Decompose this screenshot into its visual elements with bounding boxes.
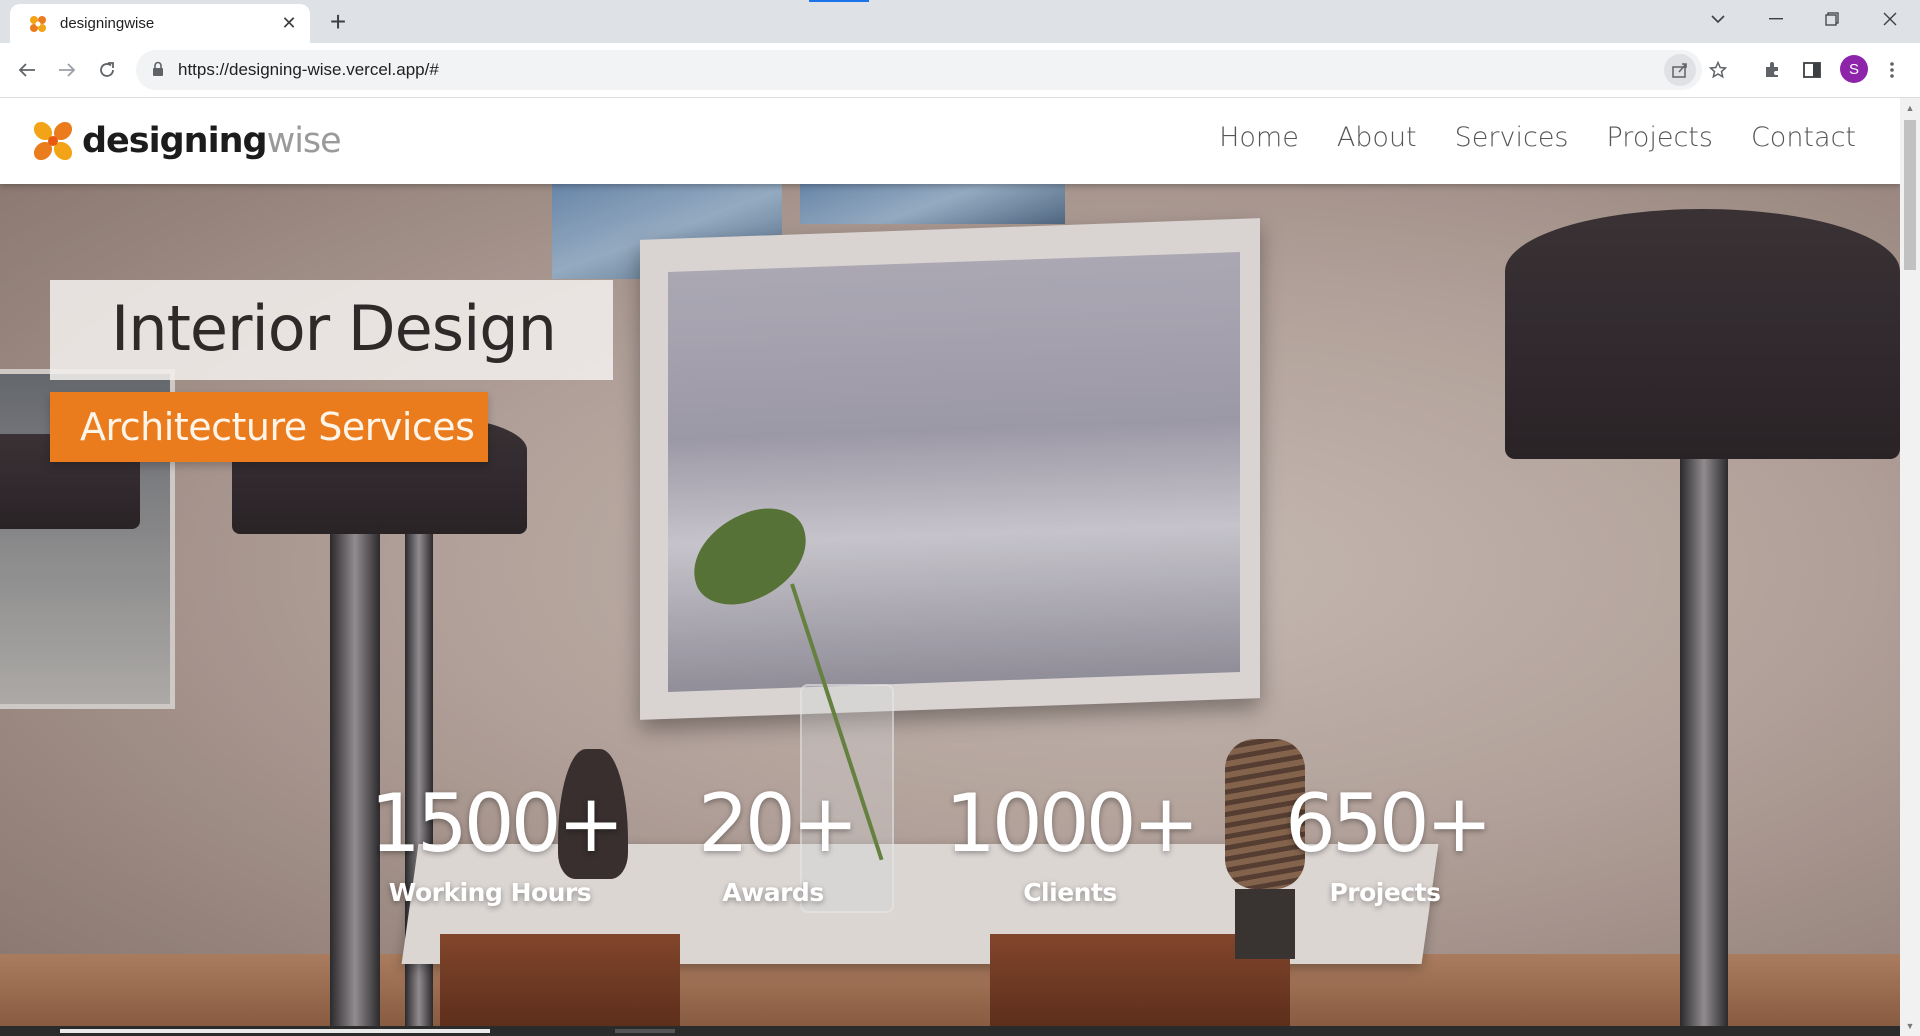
scroll-up-arrow-icon[interactable]: ▲ <box>1904 102 1916 114</box>
url-text: https://designing-wise.vercel.app/# <box>178 60 439 79</box>
hero-subtitle: Architecture Services <box>80 405 475 449</box>
lock-icon[interactable] <box>152 61 164 82</box>
share-icon[interactable] <box>1664 54 1696 86</box>
stat-working-hours: 1500+ Working Hours <box>370 777 625 908</box>
star-icon[interactable] <box>1702 54 1734 86</box>
tab-strip: designingwise ✕ + <box>0 0 1920 43</box>
logo-text-primary: designing <box>82 121 268 161</box>
profile-avatar[interactable]: S <box>1840 55 1868 83</box>
hero-section: Interior Design Architecture Services 15… <box>0 184 1900 1036</box>
stat-awards: 20+ Awards <box>698 777 859 908</box>
tab-title: designingwise <box>60 15 155 32</box>
stat-label: Working Hours <box>388 878 592 907</box>
page-viewport: designing wise Home About Services Projec… <box>0 98 1900 1036</box>
stat-value: 1000+ <box>945 777 1200 870</box>
back-arrow-icon[interactable] <box>11 54 43 86</box>
video-progress-fill <box>60 1029 490 1033</box>
video-buffer-segment <box>615 1029 675 1033</box>
stat-projects: 650+ Projects <box>1285 777 1493 908</box>
hero-title: Interior Design <box>111 292 557 365</box>
minimize-icon[interactable] <box>1748 0 1804 38</box>
nav-services[interactable]: Services <box>1455 122 1569 153</box>
scroll-thumb[interactable] <box>1904 120 1916 270</box>
stats-row: 1500+ Working Hours 20+ Awards 1000+ Cli… <box>370 784 1520 934</box>
tab-loading-indicator <box>809 0 869 2</box>
forward-arrow-icon[interactable] <box>51 54 83 86</box>
browser-toolbar: https://designing-wise.vercel.app/# <box>0 43 1920 98</box>
menu-kebab-icon[interactable] <box>1876 54 1908 86</box>
maximize-icon[interactable] <box>1804 0 1860 38</box>
stat-value: 1500+ <box>370 777 625 870</box>
main-nav: Home About Services Projects Contact <box>1219 122 1856 153</box>
site-header: designing wise Home About Services Projec… <box>0 98 1900 184</box>
favicon-icon <box>28 14 48 34</box>
tab-close-icon[interactable]: ✕ <box>274 9 304 39</box>
nav-contact[interactable]: Contact <box>1751 122 1856 153</box>
stat-value: 20+ <box>698 777 859 870</box>
hero-title-box: Interior Design <box>50 280 613 380</box>
logo-icon <box>30 118 76 164</box>
close-window-icon[interactable] <box>1862 0 1918 38</box>
tab-search-icon[interactable] <box>1690 0 1746 38</box>
logo-text-secondary: wise <box>266 121 342 161</box>
browser-tab[interactable]: designingwise ✕ <box>10 4 310 43</box>
scroll-down-arrow-icon[interactable]: ▼ <box>1904 1020 1916 1032</box>
hero-subtitle-box: Architecture Services <box>50 392 488 462</box>
video-progress-bar[interactable] <box>0 1026 1900 1036</box>
new-tab-button[interactable]: + <box>322 6 354 38</box>
reload-icon[interactable] <box>91 54 123 86</box>
nav-about[interactable]: About <box>1337 122 1417 153</box>
site-logo[interactable]: designing wise <box>30 116 342 166</box>
page-scrollbar[interactable]: ▲ ▼ <box>1900 98 1920 1036</box>
nav-home[interactable]: Home <box>1219 122 1299 153</box>
stat-label: Clients <box>1023 878 1117 907</box>
stat-label: Awards <box>722 878 824 907</box>
nav-projects[interactable]: Projects <box>1607 122 1713 153</box>
stat-clients: 1000+ Clients <box>945 777 1200 908</box>
address-bar[interactable]: https://designing-wise.vercel.app/# <box>136 50 1727 90</box>
stat-label: Projects <box>1329 878 1441 907</box>
extensions-icon[interactable] <box>1756 54 1788 86</box>
stat-value: 650+ <box>1285 777 1493 870</box>
side-panel-icon[interactable] <box>1796 54 1828 86</box>
